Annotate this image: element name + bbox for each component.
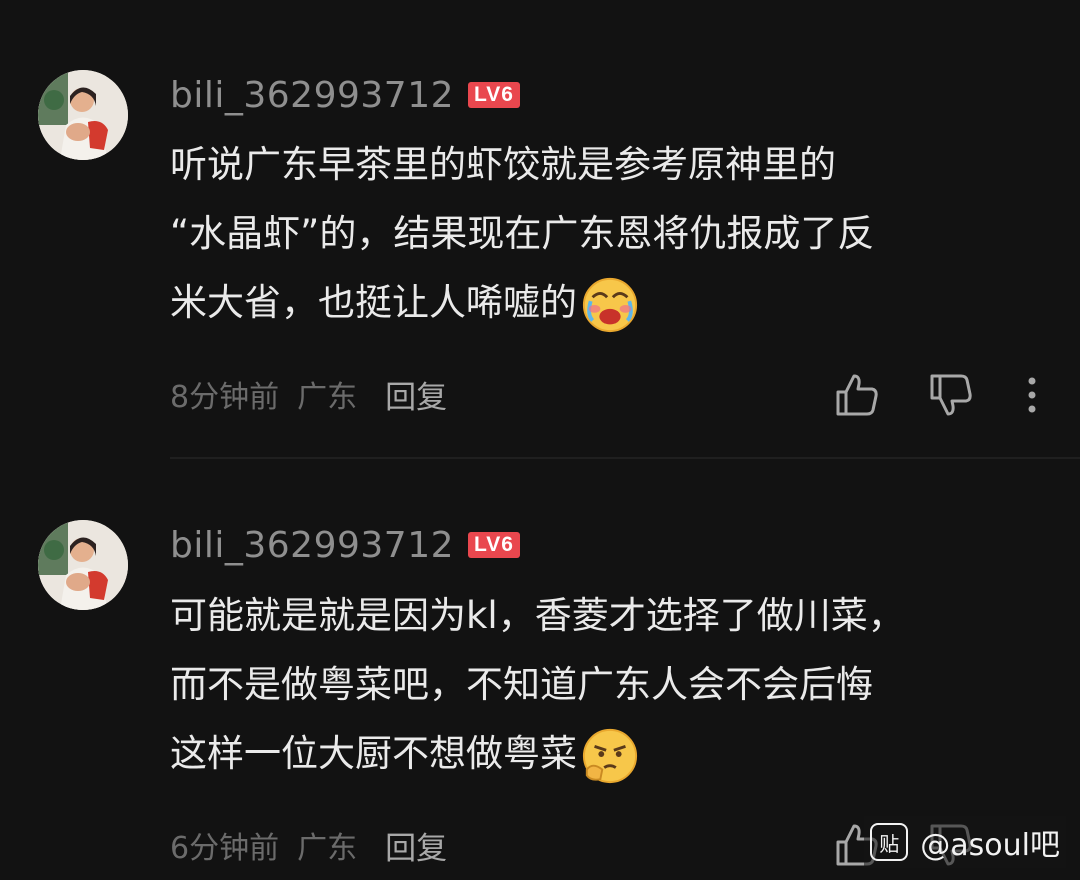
- more-options-icon[interactable]: [1022, 370, 1042, 420]
- username[interactable]: bili_362993712: [170, 525, 454, 566]
- comment-line: 听说广东早茶里的虾饺就是参考原神里的: [170, 143, 836, 186]
- timestamp: 8分钟前: [170, 380, 280, 415]
- ip-location: 广东: [297, 831, 358, 866]
- user-info: bili_362993712 LV6: [170, 70, 520, 120]
- comment-actions: [832, 370, 1042, 420]
- comment-line: 可能就是就是因为kl，香菱才选择了做川菜，: [170, 594, 905, 637]
- level-badge: LV6: [468, 532, 520, 558]
- tieba-watermark: 贴 @asoul吧: [864, 816, 1066, 868]
- comment-text: 可能就是就是因为kl，香菱才选择了做川菜， 而不是做粤菜吧，不知道广东人会不会后…: [170, 581, 1050, 788]
- reply-button[interactable]: 回复: [385, 823, 447, 868]
- avatar[interactable]: [38, 520, 128, 610]
- crying-face-emoji: [582, 277, 638, 332]
- thumbs-up-icon[interactable]: [832, 370, 882, 420]
- avatar[interactable]: [38, 70, 128, 160]
- thinking-face-emoji: [582, 728, 638, 783]
- thumbs-down-icon[interactable]: [926, 370, 976, 420]
- comment-line: 这样一位大厨不想做粤菜: [170, 719, 1050, 788]
- reply-button[interactable]: 回复: [385, 372, 447, 417]
- comment-line: 米大省，也挺让人唏嘘的: [170, 268, 1050, 337]
- comment-item: bili_362993712 LV6 听说广东早茶里的虾饺就是参考原神里的 “水…: [0, 0, 1080, 459]
- watermark-text: @asoul吧: [920, 828, 1060, 863]
- tieba-logo-icon: 贴: [870, 823, 909, 861]
- level-badge: LV6: [468, 82, 520, 108]
- comment-line: 而不是做粤菜吧，不知道广东人会不会后悔: [170, 663, 873, 706]
- comment-text: 听说广东早茶里的虾饺就是参考原神里的 “水晶虾”的，结果现在广东恩将仇报成了反 …: [170, 130, 1050, 337]
- comment-meta: 8分钟前 广东 回复: [170, 372, 447, 416]
- ip-location: 广东: [297, 380, 358, 415]
- username[interactable]: bili_362993712: [170, 75, 454, 116]
- timestamp: 6分钟前: [170, 831, 280, 866]
- comment-line: “水晶虾”的，结果现在广东恩将仇报成了反: [170, 212, 875, 255]
- comment-meta: 6分钟前 广东 回复: [170, 823, 447, 867]
- user-info: bili_362993712 LV6: [170, 520, 520, 570]
